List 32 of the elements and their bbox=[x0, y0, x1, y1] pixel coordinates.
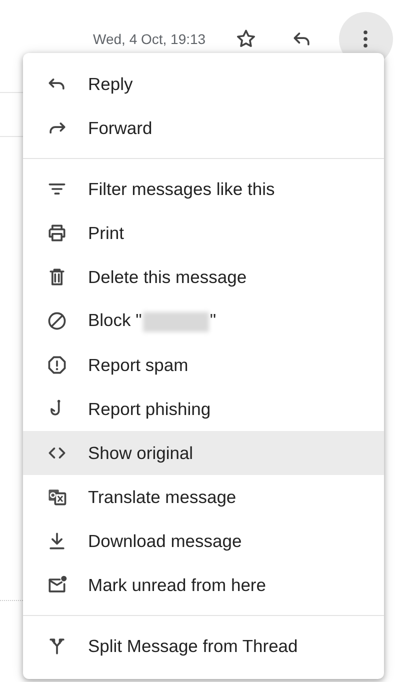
menu-label: Forward bbox=[88, 118, 152, 138]
menu-item[interactable]: Reply bbox=[23, 62, 384, 106]
block-icon bbox=[46, 310, 68, 332]
menu-label: Split Message from Thread bbox=[88, 636, 298, 656]
menu-label: Translate message bbox=[88, 486, 236, 508]
menu-label: Block " " bbox=[88, 310, 216, 332]
menu-item[interactable]: Translate message bbox=[23, 475, 384, 519]
menu-item[interactable]: Delete this message bbox=[23, 255, 384, 299]
menu-item[interactable]: Split Message from Thread bbox=[23, 624, 384, 668]
menu-item[interactable]: Download message bbox=[23, 519, 384, 563]
star-icon bbox=[234, 28, 257, 50]
menu-label: Filter messages like this bbox=[88, 178, 275, 200]
menu-label: Reply bbox=[88, 74, 133, 94]
menu-label: Report spam bbox=[88, 354, 188, 376]
menu-item[interactable]: Filter messages like this bbox=[23, 167, 384, 211]
more-icon bbox=[363, 30, 368, 48]
print-icon bbox=[46, 222, 68, 244]
menu-label: Print bbox=[88, 222, 124, 244]
menu-label: Show original bbox=[88, 442, 194, 464]
menu-item[interactable]: Block " " bbox=[23, 299, 384, 343]
menu-item[interactable]: Show original bbox=[23, 431, 384, 475]
menu-label: Download message bbox=[88, 530, 242, 552]
menu-item[interactable]: Report spam bbox=[23, 343, 384, 387]
menu-label: Delete this message bbox=[88, 266, 247, 288]
report-icon bbox=[46, 354, 68, 376]
menu-item[interactable]: Mark unread from here bbox=[23, 563, 384, 607]
menu-label: Report phishing bbox=[88, 398, 211, 420]
menu-item[interactable]: Forward bbox=[23, 106, 384, 150]
menu-label: Mark unread from here bbox=[88, 574, 266, 596]
menu-item[interactable]: Report phishing bbox=[23, 387, 384, 431]
message-date: Wed, 4 Oct, 19:13 bbox=[93, 31, 206, 47]
menu-item[interactable]: Print bbox=[23, 211, 384, 255]
